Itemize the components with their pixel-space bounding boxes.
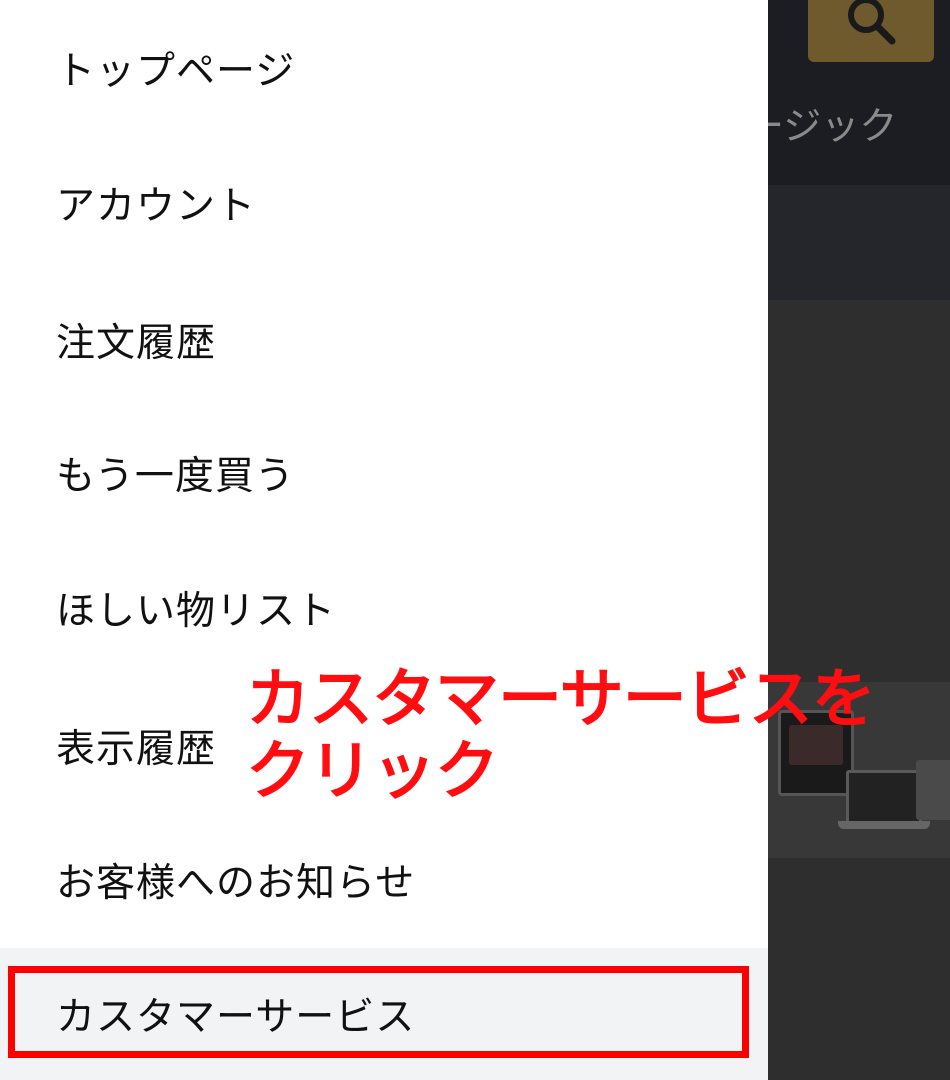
menu-item-label: お客様へのお知らせ xyxy=(56,860,416,906)
background-subbar xyxy=(768,185,950,300)
menu-item-account[interactable]: アカウント xyxy=(0,135,768,270)
banner-laptop-base xyxy=(838,821,930,829)
menu-item-label: 注文履歴 xyxy=(56,320,217,366)
background-page-overlay[interactable]: ージック xyxy=(768,0,950,1080)
menu-item-label: カスタマーサービス xyxy=(56,995,416,1040)
menu-item-browsing-history[interactable]: 表示履歴 xyxy=(0,678,768,813)
screen: ージック トップページ アカウント 注文履歴 もう一度買う ほしい物リスト xyxy=(0,0,950,1080)
background-nav-label: ージック xyxy=(768,104,898,148)
menu-item-label: 表示履歴 xyxy=(56,726,217,772)
banner-monitor-image xyxy=(778,710,854,796)
banner-device-image xyxy=(916,760,950,820)
menu-item-buy-again[interactable]: もう一度買う xyxy=(0,405,768,540)
menu-item-top-page[interactable]: トップページ xyxy=(0,0,768,135)
side-menu-drawer: トップページ アカウント 注文履歴 もう一度買う ほしい物リスト 表示履歴 お客… xyxy=(0,0,768,1080)
menu-item-customer-service[interactable]: カスタマーサービス xyxy=(0,948,768,1080)
menu-item-label: トップページ xyxy=(56,48,296,94)
menu-item-notices[interactable]: お客様へのお知らせ xyxy=(0,812,768,947)
background-nav-link[interactable]: ージック xyxy=(768,95,950,150)
menu-item-wishlist[interactable]: ほしい物リスト xyxy=(0,540,768,675)
search-button[interactable] xyxy=(808,0,934,62)
menu-item-label: もう一度買う xyxy=(56,453,295,499)
search-icon xyxy=(844,0,898,51)
menu-item-label: ほしい物リスト xyxy=(56,588,337,634)
menu-item-label: アカウント xyxy=(56,183,257,229)
banner-laptop-image xyxy=(846,770,922,824)
menu-item-order-history[interactable]: 注文履歴 xyxy=(0,272,768,407)
background-header: ージック xyxy=(768,0,950,185)
